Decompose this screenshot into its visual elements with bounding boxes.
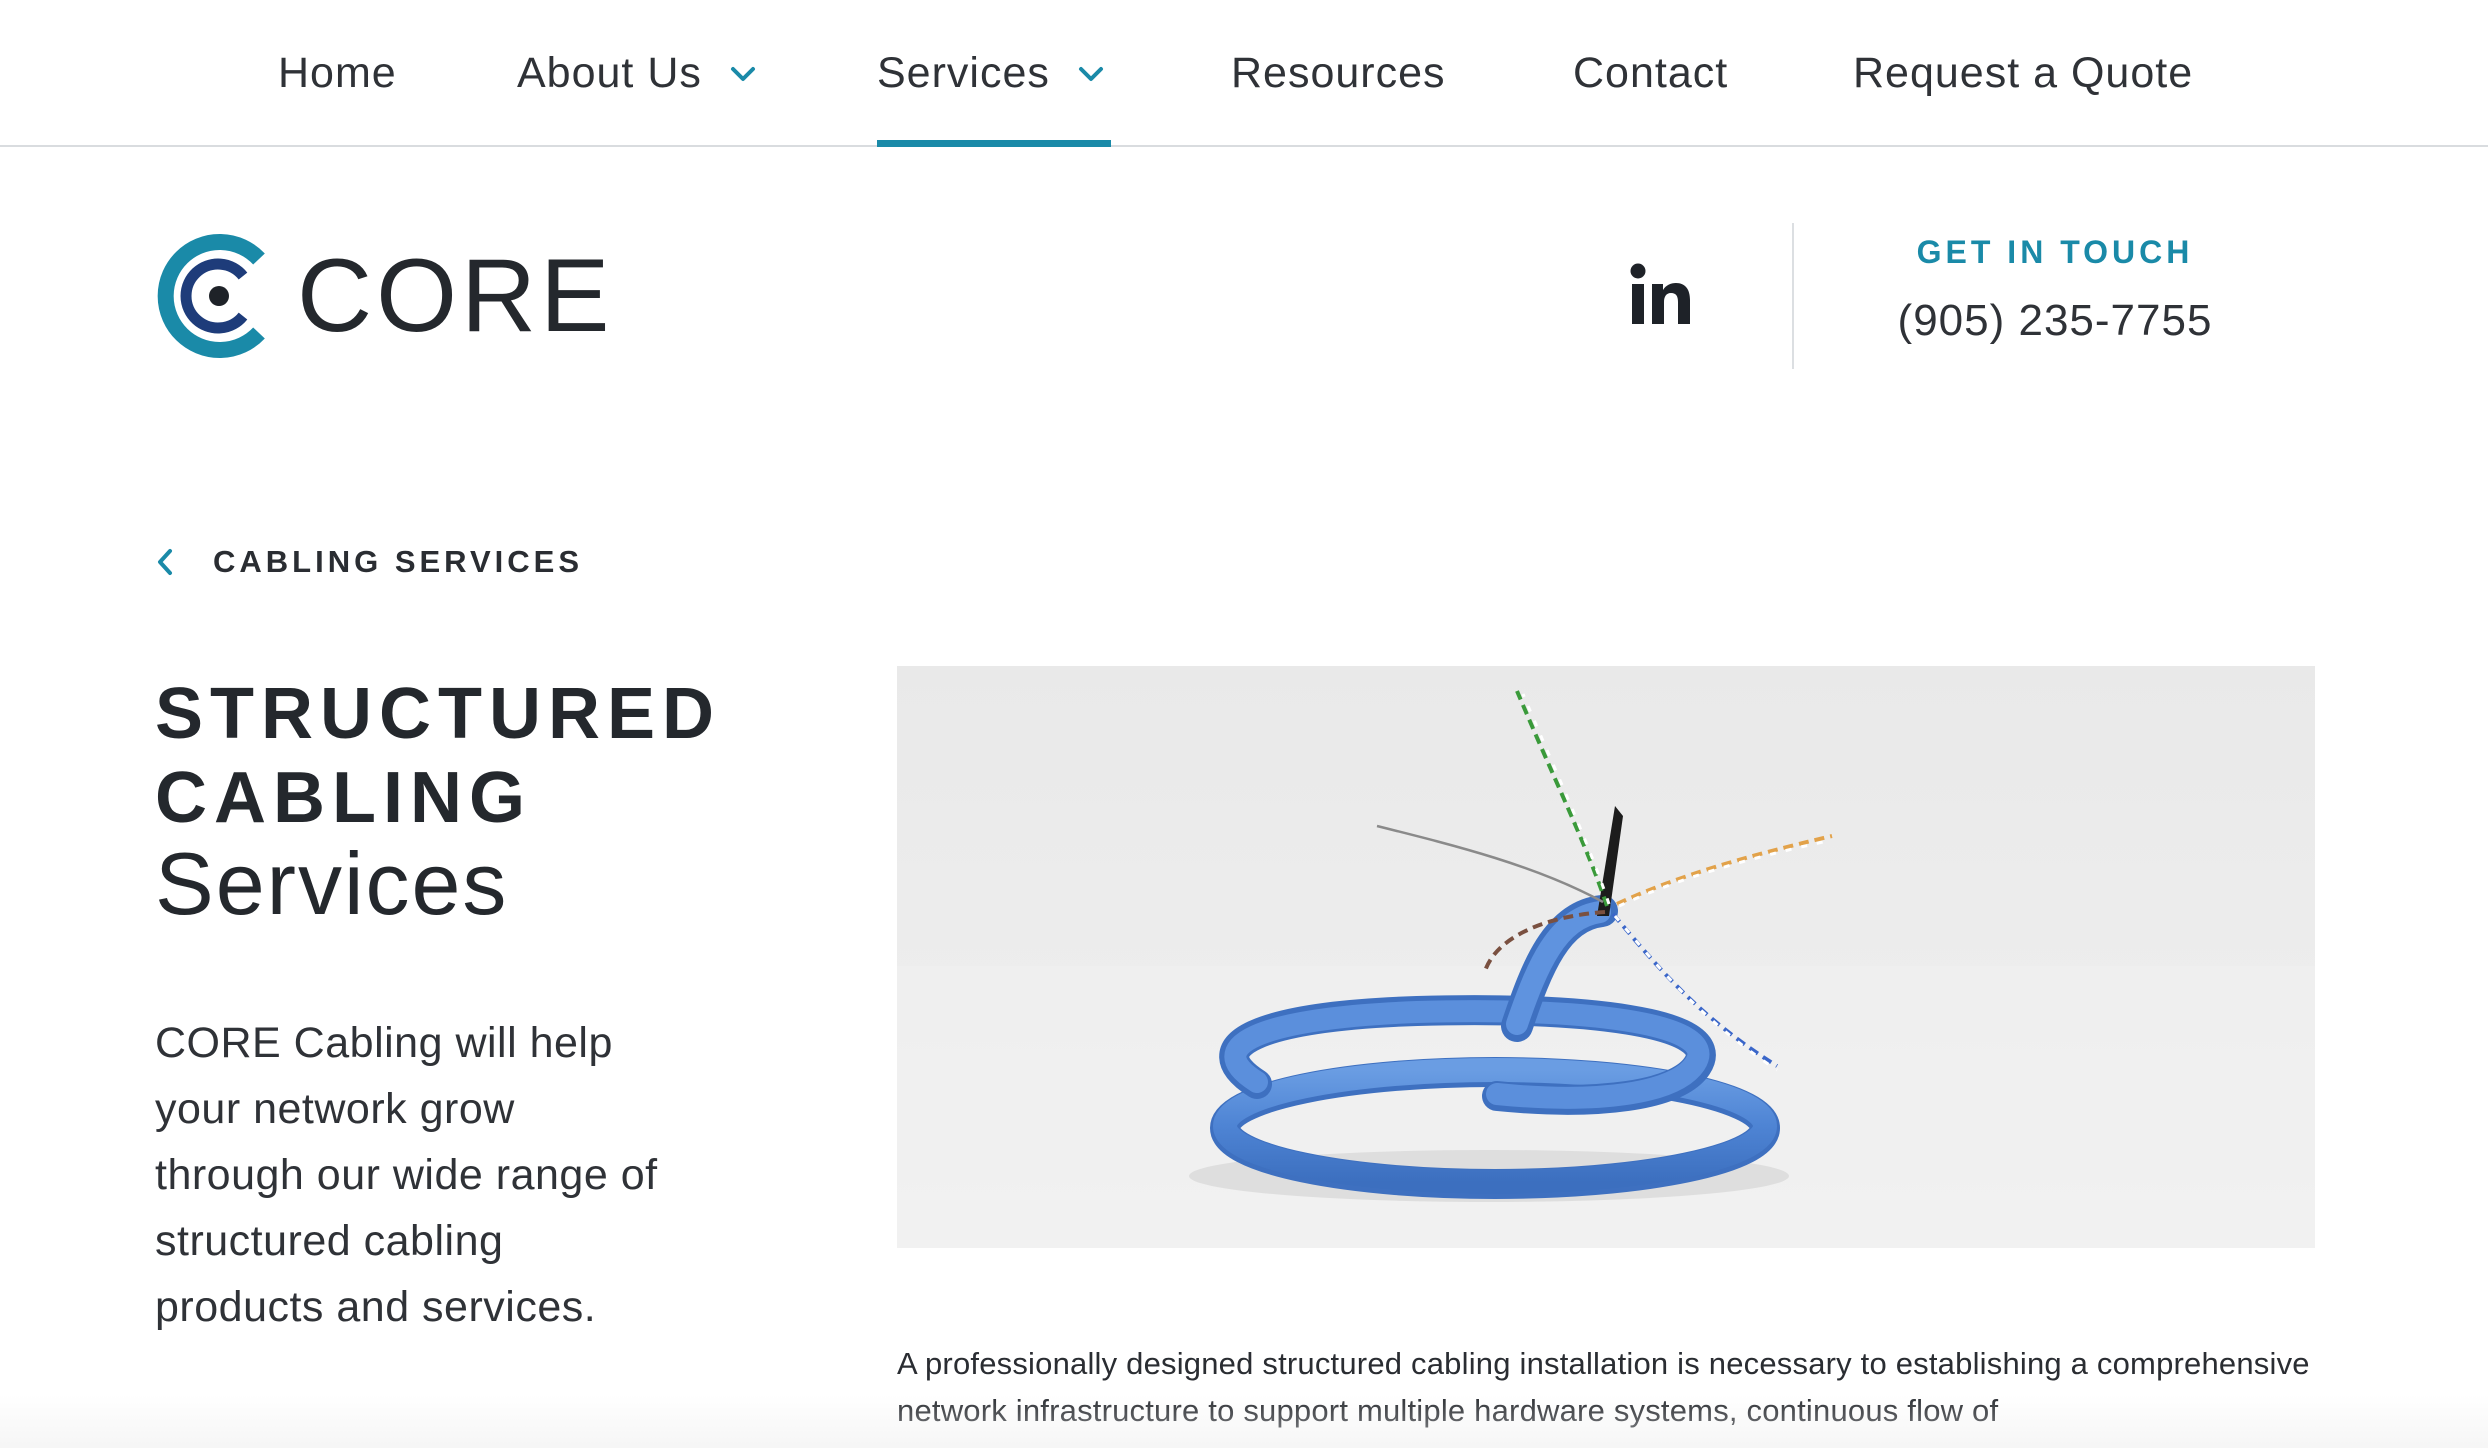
header-divider	[1792, 223, 1794, 369]
nav-item-about-us[interactable]: About Us	[517, 0, 756, 147]
page-title-line-3: Services	[155, 834, 509, 933]
active-nav-indicator	[877, 140, 1111, 147]
nav-item-request-a-quote[interactable]: Request a Quote	[1853, 0, 2193, 147]
chevron-down-icon[interactable]	[730, 61, 756, 87]
core-logo-icon	[155, 228, 281, 364]
nav-item-services[interactable]: Services	[877, 0, 1104, 147]
nav-label-services: Services	[877, 49, 1050, 97]
body-paragraph: A professionally designed structured cab…	[897, 1346, 2310, 1428]
nav-label-about-us: About Us	[517, 49, 702, 97]
nav-label-home: Home	[278, 49, 397, 97]
back-link-label: CABLING SERVICES	[213, 544, 584, 579]
chevron-left-icon	[155, 547, 175, 577]
nav-label-request-a-quote: Request a Quote	[1853, 49, 2194, 97]
core-logo-link[interactable]: CORE	[155, 228, 613, 364]
nav-item-contact[interactable]: Contact	[1573, 0, 1728, 147]
phone-number-link[interactable]: (905) 235-7755	[1840, 296, 2270, 346]
nav-item-resources[interactable]: Resources	[1231, 0, 1446, 147]
chevron-down-icon[interactable]	[1078, 61, 1104, 87]
intro-paragraph: CORE Cabling will help your network grow…	[155, 1019, 658, 1331]
get-in-touch-label: GET IN TOUCH	[1916, 234, 2194, 270]
page-title: STRUCTURED CABLING Services	[155, 672, 775, 930]
get-in-touch-block: GET IN TOUCH (905) 235-7755	[1840, 232, 2270, 346]
top-navigation: Home About Us Services Resources Contact…	[0, 0, 2488, 147]
nav-item-home[interactable]: Home	[278, 0, 397, 147]
page-title-line-1: STRUCTURED	[155, 674, 721, 754]
nav-label-contact: Contact	[1573, 49, 1729, 97]
logo-wordmark: CORE	[297, 238, 614, 354]
linkedin-icon[interactable]	[1630, 262, 1692, 328]
back-to-cabling-services-link[interactable]: CABLING SERVICES	[155, 540, 583, 584]
page-title-line-2: CABLING	[155, 758, 532, 838]
nav-label-resources: Resources	[1231, 49, 1446, 97]
hero-image-blue-cable	[897, 666, 2315, 1248]
